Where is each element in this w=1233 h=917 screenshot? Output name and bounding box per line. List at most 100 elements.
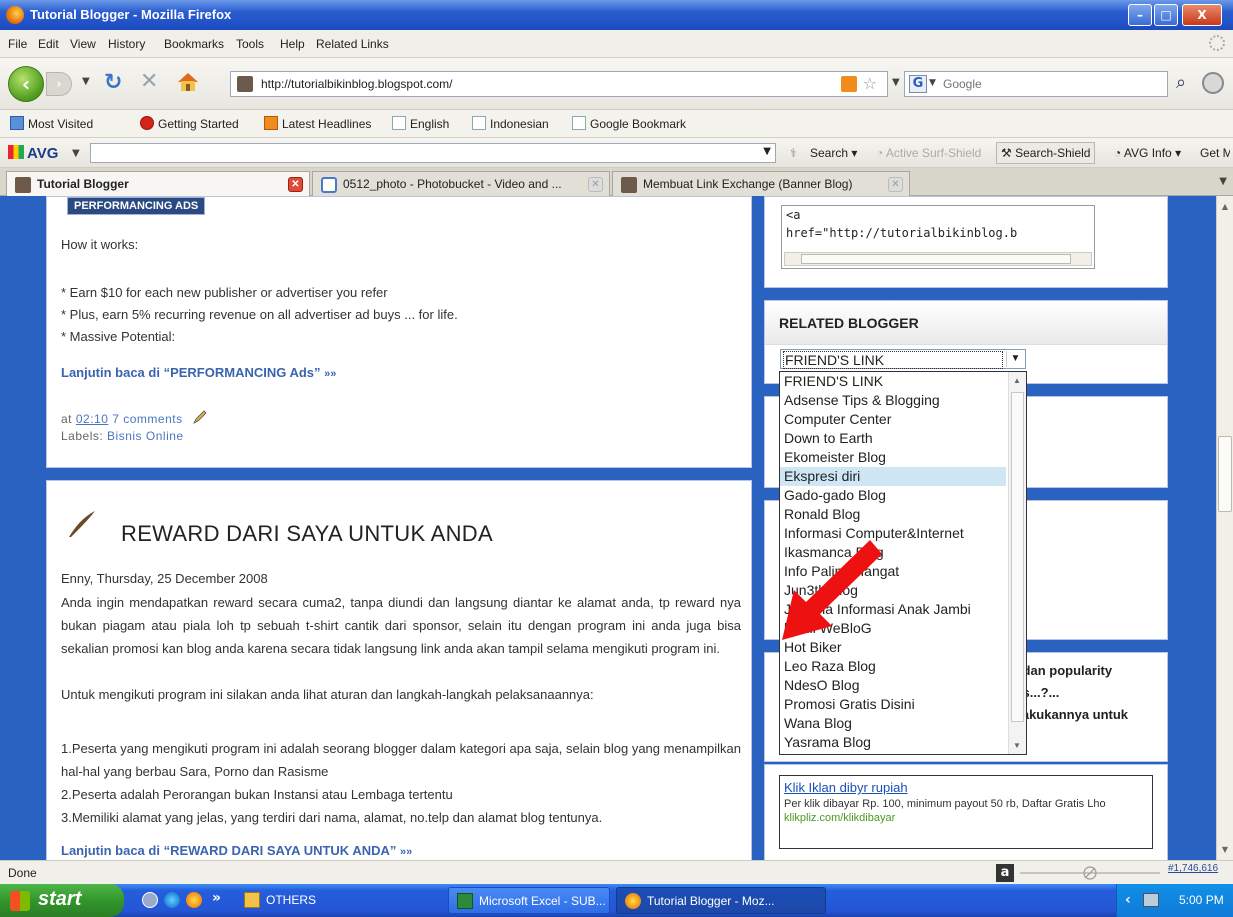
dropdown-option[interactable]: Ekspresi diri — [780, 467, 1006, 486]
extension-icon[interactable] — [1202, 72, 1224, 94]
bookmark-indonesian[interactable]: Indonesian — [472, 116, 549, 131]
page-scrollbar[interactable]: ▲ ▼ — [1216, 196, 1233, 860]
dropdown-option[interactable]: Ronald Blog — [780, 505, 1006, 524]
performancing-banner[interactable]: PERFORMANCING ADS — [67, 197, 206, 215]
avg-search-button[interactable]: Search ▾ — [810, 146, 857, 160]
widget-header: RELATED BLOGGER — [765, 301, 1167, 345]
post-time-link[interactable]: 02:10 — [76, 412, 109, 426]
dropdown-option[interactable]: Gado-gado Blog — [780, 486, 1006, 505]
bookmark-most-visited[interactable]: Most Visited — [10, 116, 93, 131]
tab-list-dropdown-icon[interactable]: ▼ — [1219, 176, 1227, 187]
close-button[interactable]: X — [1182, 4, 1222, 26]
forward-button[interactable]: › — [46, 72, 72, 96]
scrollbar-thumb[interactable] — [1011, 392, 1024, 722]
taskbar-item-firefox[interactable]: Tutorial Blogger - Moz... — [616, 887, 826, 914]
scroll-up-icon[interactable]: ▲ — [1013, 376, 1021, 385]
scroll-up-icon[interactable]: ▲ — [1219, 202, 1231, 211]
back-button[interactable]: ‹ — [8, 66, 44, 102]
menu-view[interactable]: View — [70, 37, 96, 51]
maximize-button[interactable]: □ — [1154, 4, 1178, 26]
friends-link-select[interactable]: FRIEND'S LINK ▼ — [780, 349, 1026, 369]
tab-close-icon[interactable]: ✕ — [288, 177, 303, 192]
avg-logo[interactable]: AVG — [8, 145, 58, 162]
menu-file[interactable]: File — [8, 37, 27, 51]
taskbar-item-excel[interactable]: Microsoft Excel - SUB... — [448, 887, 610, 914]
comments-link[interactable]: 7 comments — [112, 412, 182, 426]
scrollbar-thumb[interactable] — [801, 254, 1071, 264]
post-title[interactable]: REWARD DARI SAYA UNTUK ANDA — [121, 521, 493, 547]
bookmark-getting-started[interactable]: Getting Started — [140, 116, 239, 131]
menu-related-links[interactable]: Related Links — [316, 37, 389, 51]
quicklaunch-more-icon[interactable]: » — [212, 890, 221, 906]
rank-meter-icon — [1020, 866, 1160, 880]
select-dropdown-icon[interactable]: ▼ — [1006, 351, 1024, 367]
dropdown-option[interactable]: Promosi Gratis Disini — [780, 695, 1006, 714]
bookmark-latest-headlines[interactable]: Latest Headlines — [264, 116, 371, 131]
stop-icon[interactable]: ✕ — [140, 69, 158, 94]
tab-membuat-link-exchange[interactable]: Membuat Link Exchange (Banner Blog) ✕ — [612, 171, 910, 196]
search-magnifier-icon[interactable]: ⌕ — [1176, 72, 1186, 93]
alexa-rank[interactable]: #1,746,616 — [1168, 863, 1218, 874]
scrollbar-thumb[interactable] — [1218, 436, 1232, 512]
menu-edit[interactable]: Edit — [38, 37, 59, 51]
menu-tools[interactable]: Tools — [236, 37, 264, 51]
scroll-down-icon[interactable]: ▼ — [1013, 741, 1021, 750]
search-input[interactable] — [943, 76, 1123, 92]
ie-icon[interactable] — [164, 892, 180, 908]
dropdown-option[interactable]: FRIEND'S LINK — [780, 372, 1006, 391]
link-code-textbox[interactable]: <a href="http://tutorialbikinblog.b — [781, 205, 1095, 269]
dropdown-option[interactable]: Down to Earth — [780, 429, 1006, 448]
avg-dropdown-icon[interactable]: ▼ — [72, 148, 80, 159]
tab-photobucket[interactable]: 0512_photo - Photobucket - Video and ...… — [312, 171, 610, 196]
rss-feed-icon[interactable] — [841, 76, 857, 92]
reload-icon[interactable]: ↻ — [104, 70, 122, 95]
taskbar-item-others[interactable]: OTHERS — [236, 887, 418, 914]
bookmark-english[interactable]: English — [392, 116, 449, 131]
menu-bookmarks[interactable]: Bookmarks — [164, 37, 224, 51]
google-engine-icon[interactable]: G — [909, 75, 927, 93]
bookmark-google-bookmark[interactable]: Google Bookmark — [572, 116, 686, 131]
engine-dropdown-icon[interactable]: ▼ — [929, 78, 936, 88]
alexa-icon[interactable]: a — [996, 864, 1014, 882]
ad-url[interactable]: klikpliz.com/klikdibayar — [784, 812, 1148, 824]
tray-expand-icon[interactable]: ‹ — [1125, 892, 1131, 908]
tab-close-icon[interactable]: ✕ — [888, 177, 903, 192]
read-more-link[interactable]: Lanjutin baca di “REWARD DARI SAYA UNTUK… — [61, 843, 412, 858]
dropdown-option[interactable]: Yasrama Blog — [780, 733, 1006, 752]
url-dropdown-icon[interactable]: ▼ — [892, 77, 900, 88]
history-dropdown-icon[interactable]: ▼ — [82, 76, 90, 87]
search-shield-button[interactable]: ⚒ Search-Shield — [996, 142, 1096, 164]
menu-history[interactable]: History — [108, 37, 145, 51]
menu-help[interactable]: Help — [280, 37, 305, 51]
dropdown-scrollbar[interactable]: ▲ ▼ — [1008, 372, 1026, 754]
label-link[interactable]: Bisnis Online — [107, 429, 184, 443]
dropdown-option[interactable]: Leo Raza Blog — [780, 657, 1006, 676]
scroll-down-icon[interactable]: ▼ — [1219, 845, 1231, 854]
active-surf-shield-button[interactable]: ◔ Active Surf-Shield — [876, 146, 981, 160]
get-more-button[interactable]: Get More — [1200, 146, 1230, 160]
avg-search-input[interactable]: ▼ — [90, 143, 776, 163]
horizontal-scrollbar[interactable] — [784, 252, 1092, 266]
firefox-quicklaunch-icon[interactable] — [186, 892, 202, 908]
quicklaunch-icon[interactable] — [142, 892, 158, 908]
dropdown-option[interactable]: Ekomeister Blog — [780, 448, 1006, 467]
edit-pencil-icon[interactable] — [192, 409, 208, 425]
dropdown-option[interactable]: Wana Blog — [780, 714, 1006, 733]
home-icon[interactable] — [176, 70, 200, 94]
avg-input-dropdown-icon[interactable]: ▼ — [763, 146, 771, 157]
read-more-link[interactable]: Lanjutin baca di “PERFORMANCING Ads” »» — [61, 365, 336, 380]
minimize-button[interactable]: – — [1128, 4, 1152, 26]
dropdown-option[interactable]: Adsense Tips & Blogging — [780, 391, 1006, 410]
dropdown-option[interactable]: Computer Center — [780, 410, 1006, 429]
start-button[interactable]: start — [0, 884, 124, 917]
bookmark-star-icon[interactable]: ☆ — [863, 74, 877, 93]
network-icon[interactable] — [1143, 893, 1159, 907]
tab-close-icon[interactable]: ✕ — [588, 177, 603, 192]
ad-title-link[interactable]: Klik Iklan dibyr rupiah — [784, 780, 1148, 795]
search-bar[interactable]: G ▼ — [904, 71, 1168, 97]
tab-tutorial-blogger[interactable]: Tutorial Blogger ✕ — [6, 171, 310, 197]
dropdown-option[interactable]: NdesO Blog — [780, 676, 1006, 695]
url-bar[interactable]: http://tutorialbikinblog.blogspot.com/ ☆ — [230, 71, 888, 97]
status-text: Done — [8, 866, 37, 880]
avg-info-button[interactable]: ◔ AVG Info ▾ — [1114, 146, 1181, 160]
